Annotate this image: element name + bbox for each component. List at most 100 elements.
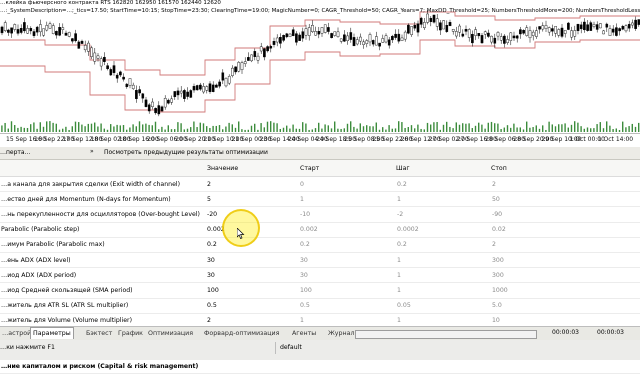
param-start[interactable]: 30 bbox=[298, 252, 395, 269]
volume-bar bbox=[487, 122, 489, 132]
volume-bar bbox=[84, 126, 86, 132]
param-stop[interactable]: 5.0 bbox=[490, 298, 640, 314]
table-row[interactable]: …ество дней для Momentum (N-days for Mom… bbox=[0, 191, 640, 208]
candle-body bbox=[16, 29, 20, 34]
view-previous-results-link[interactable]: Посмотреть предыдущие результаты оптимиз… bbox=[104, 149, 268, 156]
candle-body bbox=[471, 33, 474, 44]
volume-bar bbox=[420, 128, 422, 132]
tab-item[interactable]: Бэктест bbox=[84, 328, 114, 339]
col-header-stop[interactable]: Стоп bbox=[490, 160, 640, 177]
candle-body bbox=[595, 24, 599, 30]
param-value[interactable]: 2 bbox=[205, 176, 298, 193]
param-value[interactable]: 30 bbox=[205, 267, 298, 284]
table-row[interactable]: …иод ADX (ADX period) 30 30 1 300 bbox=[0, 267, 640, 284]
col-header-variable[interactable] bbox=[0, 160, 205, 177]
param-step[interactable]: 1 bbox=[395, 191, 490, 208]
param-start[interactable]: 1 bbox=[298, 191, 395, 208]
candle-body bbox=[269, 45, 273, 49]
price-chart[interactable]: …клейка фьючерсного контракта RTS 162820… bbox=[0, 0, 640, 147]
candle-body bbox=[234, 66, 237, 73]
candle-body bbox=[349, 32, 353, 40]
param-step[interactable]: 0.05 bbox=[395, 298, 490, 314]
param-start[interactable] bbox=[298, 358, 395, 374]
candle-body bbox=[291, 29, 295, 36]
tab-item[interactable]: Параметры bbox=[30, 327, 74, 339]
volume-bar bbox=[465, 123, 467, 132]
table-row[interactable]: …имум Parabolic (Parabolic max) 0.2 0.2 0.2… bbox=[0, 237, 640, 253]
param-step[interactable]: -2 bbox=[395, 206, 490, 223]
table-row[interactable]: …житель для ATR SL (ATR SL multiplier) 0.… bbox=[0, 298, 640, 314]
chevron-icon[interactable]: » bbox=[90, 148, 94, 155]
param-step[interactable]: 1 bbox=[395, 282, 490, 299]
col-header-value[interactable]: Значение bbox=[205, 160, 298, 177]
param-value[interactable]: 30 bbox=[205, 252, 298, 269]
table-row[interactable]: …а канала для закрытия сделки (Exit widt… bbox=[0, 176, 640, 193]
candle-body bbox=[410, 26, 413, 35]
table-row[interactable]: …ние капиталом и риском (Capital & risk … bbox=[0, 358, 640, 374]
candle-body bbox=[87, 42, 90, 52]
param-step[interactable] bbox=[395, 358, 490, 374]
volume-bar bbox=[570, 124, 573, 132]
volume-bar bbox=[439, 129, 441, 132]
volume-bar bbox=[234, 127, 237, 132]
param-start[interactable]: 0.2 bbox=[298, 237, 395, 253]
candle-body bbox=[461, 33, 465, 37]
col-header-start[interactable]: Старт bbox=[298, 160, 395, 177]
param-start[interactable]: 0.002 bbox=[298, 222, 395, 238]
candle-body bbox=[58, 27, 61, 36]
param-start[interactable]: 0.5 bbox=[298, 298, 395, 314]
table-row[interactable]: …иод Средней скользящей (SMA period) 100 1… bbox=[0, 282, 640, 299]
volume-bar bbox=[423, 129, 425, 132]
param-stop[interactable]: 300 bbox=[490, 267, 640, 284]
tab-item[interactable]: График bbox=[116, 328, 145, 339]
param-value[interactable] bbox=[205, 358, 298, 374]
param-start[interactable]: 30 bbox=[298, 267, 395, 284]
table-row[interactable]: Parabolic (Parabolic step) 0.002 0.002 0.00… bbox=[0, 222, 640, 238]
param-stop[interactable]: 50 bbox=[490, 191, 640, 208]
param-stop[interactable]: 1000 bbox=[490, 282, 640, 299]
param-step[interactable]: 0.2 bbox=[395, 176, 490, 193]
param-stop[interactable] bbox=[490, 358, 640, 374]
expert-label[interactable]: …перта… bbox=[0, 149, 31, 156]
candle-body bbox=[51, 25, 55, 34]
candle-body bbox=[144, 99, 148, 107]
candle-body bbox=[567, 22, 570, 30]
table-row[interactable]: …нь перекупленности для осцилляторов (Ov… bbox=[0, 206, 640, 223]
param-value[interactable]: 100 bbox=[205, 282, 298, 299]
param-stop[interactable]: 0.02 bbox=[490, 222, 640, 238]
volume-bar bbox=[250, 125, 253, 132]
candle-body bbox=[525, 27, 529, 36]
param-step[interactable]: 0.0002 bbox=[395, 222, 490, 238]
tab-item[interactable]: Агенты bbox=[290, 328, 318, 339]
param-start[interactable]: 0 bbox=[298, 176, 395, 193]
volume-bar bbox=[362, 126, 365, 132]
volume-bar bbox=[353, 126, 355, 132]
tab-item[interactable]: Журнал bbox=[326, 328, 357, 339]
volume-bar bbox=[174, 129, 176, 132]
candle-body bbox=[378, 42, 381, 47]
param-value[interactable]: 5 bbox=[205, 191, 298, 208]
param-stop[interactable]: 2 bbox=[490, 237, 640, 253]
col-header-step[interactable]: Шаг bbox=[395, 160, 490, 177]
param-step[interactable]: 1 bbox=[395, 252, 490, 269]
param-step[interactable]: 0.2 bbox=[395, 237, 490, 253]
candle-body bbox=[538, 26, 541, 30]
param-stop[interactable]: 300 bbox=[490, 252, 640, 269]
volume-bar bbox=[327, 125, 329, 132]
param-stop[interactable]: -90 bbox=[490, 206, 640, 223]
volume-bar bbox=[612, 129, 614, 132]
param-step[interactable]: 1 bbox=[395, 267, 490, 284]
candle-body bbox=[205, 86, 209, 91]
param-stop[interactable]: 2 bbox=[490, 176, 640, 193]
volume-bar bbox=[100, 123, 102, 132]
tab-item[interactable]: Оптимизация bbox=[146, 328, 195, 339]
candle-body bbox=[131, 84, 135, 89]
volume-bars bbox=[1, 121, 640, 132]
param-start[interactable]: 100 bbox=[298, 282, 395, 299]
tab-item[interactable]: Форвард-оптимизация bbox=[202, 328, 281, 339]
table-row[interactable]: …ень ADX (ADX level) 30 30 1 300 bbox=[0, 252, 640, 269]
param-start[interactable]: -10 bbox=[298, 206, 395, 223]
param-value[interactable]: 0.5 bbox=[205, 298, 298, 314]
candle-body bbox=[99, 58, 103, 67]
candle-body bbox=[362, 41, 365, 45]
